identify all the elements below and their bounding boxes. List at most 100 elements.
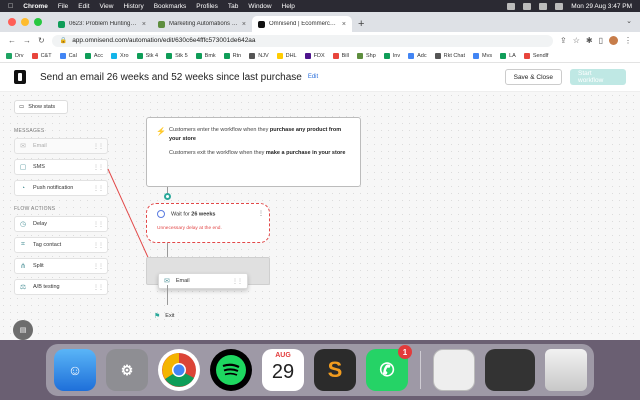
close-tab-icon[interactable]: × xyxy=(142,21,146,28)
bookmark-item[interactable]: Inv xyxy=(383,52,400,59)
sidebar-item-tag-contact[interactable]: ⌗ Tag contact ⋮⋮ xyxy=(14,237,108,253)
bookmark-item[interactable]: Cal xyxy=(59,52,77,59)
start-workflow-button[interactable]: Start workflow xyxy=(570,69,626,85)
bookmark-item[interactable]: C&T xyxy=(31,52,52,59)
bookmark-item[interactable]: Rkt Chat xyxy=(434,52,465,59)
drag-handle-icon[interactable]: ⋮⋮ xyxy=(93,263,104,270)
edit-title-link[interactable]: Edit xyxy=(308,74,318,80)
system-preferences-icon[interactable]: ⚙ xyxy=(106,349,148,391)
more-options-icon[interactable]: ⋮ xyxy=(258,210,264,217)
bookmark-item[interactable]: Stk 4 xyxy=(136,52,158,59)
sublime-text-icon[interactable]: S xyxy=(314,349,356,391)
tab-problem-hunting[interactable]: 0623: Problem Hunting - Goog × xyxy=(52,16,152,32)
bookmark-item[interactable]: Acc xyxy=(84,52,103,59)
bookmark-item[interactable]: Bill xyxy=(332,52,349,59)
bookmark-item[interactable]: Bmk xyxy=(195,52,216,59)
drag-handle-icon[interactable]: ⋮⋮ xyxy=(93,164,104,171)
bookmark-item[interactable]: Xro xyxy=(111,52,129,59)
menu-tab[interactable]: Tab xyxy=(228,3,238,10)
bookmark-item[interactable]: LA xyxy=(500,52,516,59)
forward-icon[interactable]: → xyxy=(23,36,31,45)
sidebar-item-ab-testing[interactable]: ⚖ A/B testing ⋮⋮ xyxy=(14,279,108,295)
finder-icon[interactable]: ☺ xyxy=(54,349,96,391)
document-stack-icon[interactable] xyxy=(433,349,475,391)
dock-separator xyxy=(420,351,421,389)
bookmark-item[interactable]: DHL xyxy=(276,52,297,59)
spotify-icon[interactable] xyxy=(210,349,252,391)
sidebar-item-label: Split xyxy=(33,263,44,269)
zoom-window-button[interactable] xyxy=(34,18,42,26)
save-close-button[interactable]: Save & Close xyxy=(504,69,562,85)
tab-search-icon[interactable]: ⌄ xyxy=(626,17,632,25)
bookmark-item[interactable]: Drv xyxy=(6,52,24,59)
bookmark-item[interactable]: NJV xyxy=(249,52,269,59)
menu-view[interactable]: View xyxy=(100,3,114,10)
chrome-icon[interactable] xyxy=(158,349,200,391)
control-center-icon[interactable] xyxy=(555,2,564,10)
close-window-button[interactable] xyxy=(8,18,16,26)
battery-icon[interactable] xyxy=(507,2,516,10)
menu-history[interactable]: History xyxy=(123,3,143,10)
sidebar-item-email[interactable]: ✉ Email ⋮⋮ xyxy=(14,138,108,154)
window-preview-icon[interactable] xyxy=(485,349,535,391)
flow-actions-section-title: FLOW ACTIONS xyxy=(14,206,56,212)
menubar-clock[interactable]: Mon 29 Aug 3:47 PM xyxy=(571,3,632,10)
dragged-email-card[interactable]: ✉ Email ⋮⋮ xyxy=(158,273,248,289)
bookmark-item[interactable]: Rtn xyxy=(223,52,241,59)
drag-handle-icon[interactable]: ⋮⋮ xyxy=(93,185,104,192)
profile-avatar[interactable] xyxy=(609,36,618,45)
close-tab-icon[interactable]: × xyxy=(242,21,246,28)
bookmark-item[interactable]: Mvs xyxy=(473,52,492,59)
bookmark-item[interactable]: Adc xyxy=(408,52,427,59)
chat-support-icon[interactable]: ▤ xyxy=(13,320,33,340)
bookmark-item[interactable]: Shp xyxy=(356,52,376,59)
address-bar[interactable]: 🔒 app.omnisend.com/automation/edit/630c6… xyxy=(51,34,554,47)
show-stats-toggle[interactable]: ▭ Show stats xyxy=(14,100,68,114)
menu-edit[interactable]: Edit xyxy=(78,3,89,10)
spotlight-icon[interactable] xyxy=(539,2,548,10)
menu-app-name[interactable]: Chrome xyxy=(23,3,48,10)
sidebar-item-sms[interactable]: ▢ SMS ⋮⋮ xyxy=(14,159,108,175)
menu-window[interactable]: Window xyxy=(248,3,271,10)
bookmark-item[interactable]: Sendlf xyxy=(523,52,548,59)
sidebar-item-delay[interactable]: ◷ Delay ⋮⋮ xyxy=(14,216,108,232)
sidebar-item-push-notification[interactable]: ◔ Push notification ⋮⋮ xyxy=(14,180,108,196)
drag-handle-icon[interactable]: ⋮⋮ xyxy=(93,221,104,228)
apple-icon[interactable]:  xyxy=(8,3,13,10)
omnisend-logo-icon[interactable] xyxy=(14,70,26,84)
tab-omnisend[interactable]: Omnisend | Ecommerce Marke × xyxy=(252,16,352,32)
back-icon[interactable]: ← xyxy=(8,36,16,45)
wait-card[interactable]: Wait for 26 weeks Unnecessary delay at t… xyxy=(146,203,270,243)
menu-bookmarks[interactable]: Bookmarks xyxy=(154,3,187,10)
bookmark-item[interactable]: FDX xyxy=(304,52,325,59)
lock-icon[interactable]: 🔒 xyxy=(60,37,67,44)
extensions-icon[interactable]: ✱ xyxy=(586,36,593,45)
sidebar-icon[interactable]: ▯ xyxy=(599,36,603,45)
wifi-icon[interactable] xyxy=(523,2,532,10)
whatsapp-icon[interactable]: ✆ 1 xyxy=(366,345,412,391)
menu-file[interactable]: File xyxy=(58,3,68,10)
reload-icon[interactable]: ↻ xyxy=(38,36,45,45)
drag-handle-icon[interactable]: ⋮⋮ xyxy=(93,284,104,291)
bookmark-favicon-icon xyxy=(249,52,256,59)
bookmark-star-icon[interactable]: ☆ xyxy=(573,36,580,45)
minimize-window-button[interactable] xyxy=(21,18,29,26)
sidebar-item-split[interactable]: ⋔ Split ⋮⋮ xyxy=(14,258,108,274)
menu-profiles[interactable]: Profiles xyxy=(196,3,218,10)
menu-help[interactable]: Help xyxy=(282,3,295,10)
new-tab-button[interactable]: + xyxy=(352,18,370,32)
trigger-card[interactable]: ⚡ Customers enter the workflow when they… xyxy=(146,117,361,187)
messages-section-title: MESSAGES xyxy=(14,128,45,134)
calendar-icon[interactable]: AUG 29 xyxy=(262,349,304,391)
drag-handle-icon[interactable]: ⋮⋮ xyxy=(93,242,104,249)
tab-marketing-automations[interactable]: Marketing Automations - Shop × xyxy=(152,16,252,32)
more-icon[interactable]: ⋮ xyxy=(624,36,632,45)
trash-icon[interactable] xyxy=(545,349,587,391)
workflow-canvas[interactable]: ▭ Show stats MESSAGES ✉ Email ⋮⋮ ▢ SMS ⋮… xyxy=(0,92,640,340)
connector-node[interactable] xyxy=(164,193,171,200)
close-tab-icon[interactable]: × xyxy=(342,21,346,28)
share-icon[interactable]: ⇪ xyxy=(560,36,567,45)
bookmark-item[interactable]: Stk 5 xyxy=(166,52,188,59)
drag-handle-icon[interactable]: ⋮⋮ xyxy=(93,143,104,150)
drag-handle-icon[interactable]: ⋮⋮ xyxy=(232,278,243,285)
